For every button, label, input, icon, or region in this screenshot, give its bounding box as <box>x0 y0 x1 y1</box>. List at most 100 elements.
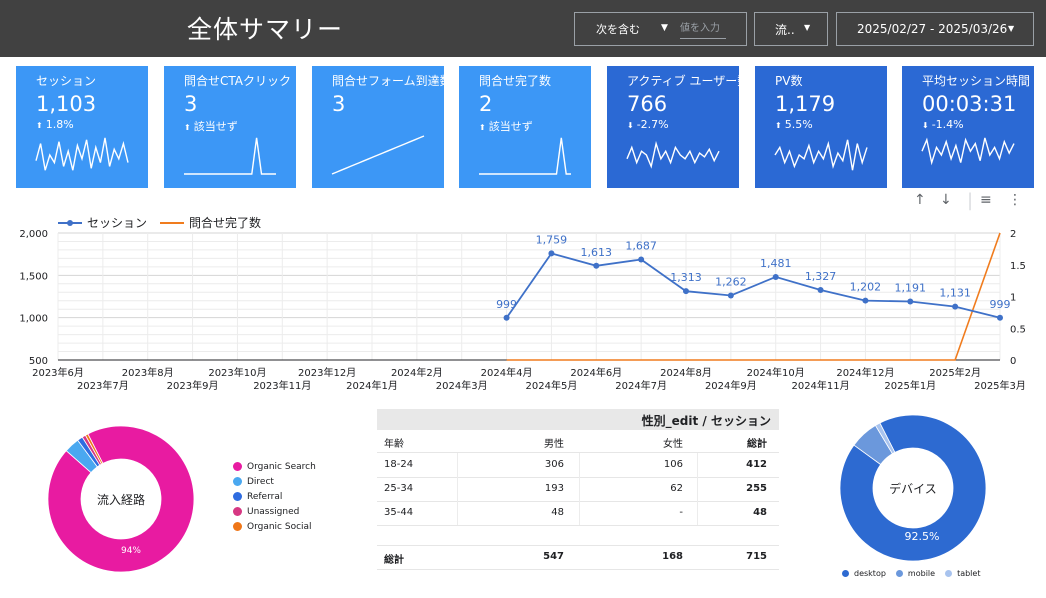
donut-center-label: デバイス <box>889 481 937 496</box>
sparkline <box>774 139 868 171</box>
table-title: 性別_edit / セッション <box>641 414 771 428</box>
legend-item[interactable]: desktop <box>842 566 886 581</box>
scorecard[interactable]: PV数 1,179 ⬆ 5.5% <box>755 66 887 188</box>
legend-label: tablet <box>957 569 981 578</box>
data-point <box>503 314 510 321</box>
table-cell: 255 <box>746 483 767 494</box>
sort-descending-icon[interactable]: ↓ <box>940 192 952 208</box>
table-cell: 48 <box>551 507 564 518</box>
traffic-source-legend: Organic Search Direct Referral Unassigned Or… <box>233 459 316 534</box>
caret-down-icon[interactable]: ▼ <box>661 23 668 33</box>
legend-dot <box>233 492 242 501</box>
legend-item[interactable]: Organic Search <box>233 459 316 474</box>
y-left-tick-label: 500 <box>29 356 48 367</box>
row-divider <box>377 545 779 546</box>
x-tick-label: 2024年4月 <box>481 366 533 379</box>
device-donut: デバイス 92.5% <box>839 414 987 562</box>
caret-down-icon: ▼ <box>1008 24 1015 33</box>
page-title: 全体サマリー <box>187 15 344 44</box>
sparkline-path <box>921 137 1015 166</box>
sparkline <box>626 140 720 169</box>
x-tick-label: 2025年1月 <box>884 379 936 392</box>
sparkline-path <box>774 139 868 171</box>
column-header: 男性 <box>544 439 564 450</box>
column-header: 女性 <box>663 439 683 450</box>
date-range-picker[interactable]: 2025/02/27 - 2025/03/26 ▼ <box>836 12 1034 46</box>
data-label: 1,687 <box>625 240 657 253</box>
divider: | <box>967 190 974 211</box>
legend-label: Referral <box>247 491 283 502</box>
scorecard[interactable]: 問合せ完了数 2 ⬆ 該当せず <box>459 66 591 188</box>
row-divider <box>377 501 779 502</box>
table-cell: 18-24 <box>384 459 414 470</box>
data-label: 999 <box>496 298 517 311</box>
data-label: 1,327 <box>805 270 837 283</box>
data-point <box>727 292 734 299</box>
more-vert-icon[interactable]: ⋮ <box>1008 192 1022 208</box>
legend-label: desktop <box>854 569 886 578</box>
table-cell: 48 <box>753 507 767 518</box>
data-label: 1,759 <box>536 233 568 246</box>
legend-item[interactable]: Referral <box>233 489 316 504</box>
filter-operator-select[interactable]: 次を含む <box>596 21 640 37</box>
scorecard[interactable]: アクティブ ユーザー数 766 ⬇ -2.7% <box>607 66 739 188</box>
legend-item[interactable]: mobile <box>895 566 935 581</box>
legend-item[interactable]: Direct <box>233 474 316 489</box>
y-left-tick-label: 1,500 <box>19 271 48 282</box>
x-tick-label: 2024年10月 <box>747 366 805 379</box>
scorecard[interactable]: 問合せフォーム到達数 3 <box>312 66 444 188</box>
table-cell: 412 <box>746 459 767 470</box>
column-divider <box>457 453 458 525</box>
chart-legend: セッション 問合せ完了数 <box>58 215 261 230</box>
filter-icon[interactable]: ≡ <box>980 192 992 208</box>
x-tick-label: 2023年6月 <box>32 366 84 379</box>
column-divider <box>697 453 698 525</box>
table-cell: 306 <box>544 459 564 470</box>
table-total-cell: 547 <box>543 551 564 562</box>
data-point <box>638 256 645 263</box>
donut-center-label: 流入経路 <box>97 492 145 507</box>
legend-item[interactable]: tablet <box>945 566 980 581</box>
table-header-bar: 性別_edit / セッション <box>377 409 779 430</box>
row-divider <box>377 452 779 453</box>
y-right-tick-label: 1 <box>1010 293 1016 304</box>
caret-down-icon: ▼ <box>804 23 811 32</box>
legend-label-sessions: セッション <box>87 216 147 230</box>
column-divider <box>579 453 580 525</box>
data-point <box>907 298 914 305</box>
table-cell: - <box>679 507 683 518</box>
column-header: 総計 <box>747 439 767 450</box>
legend-item[interactable]: Unassigned <box>233 504 316 519</box>
scorecard[interactable]: 問合せCTAクリック 3 ⬆ 該当せず <box>164 66 296 188</box>
column-header: 年齢 <box>384 439 404 450</box>
filter-value-input[interactable] <box>680 19 726 39</box>
x-tick-label: 2023年10月 <box>208 366 266 379</box>
source-dropdown[interactable]: 流.. ▼ <box>754 12 828 46</box>
table-cell: 106 <box>663 459 683 470</box>
row-divider <box>377 569 779 570</box>
legend-item[interactable]: Organic Social <box>233 519 316 534</box>
data-label: 1,202 <box>850 281 882 294</box>
x-tick-label: 2024年7月 <box>615 379 667 392</box>
x-tick-label: 2024年11月 <box>791 379 849 392</box>
data-point <box>997 314 1003 321</box>
x-tick-label: 2025年3月 <box>974 379 1026 392</box>
legend-dot <box>233 462 242 471</box>
y-right-tick-label: 1.5 <box>1010 261 1026 272</box>
legend-dot <box>233 477 242 486</box>
data-label: 1,313 <box>670 271 702 284</box>
table-total-cell: 168 <box>662 551 683 562</box>
sort-ascending-icon[interactable]: ↑ <box>914 192 926 208</box>
date-range-label: 2025/02/27 - 2025/03/26 <box>857 22 1008 36</box>
legend-label: Organic Social <box>247 521 312 532</box>
x-tick-label: 2024年2月 <box>391 366 443 379</box>
table-cell: 62 <box>670 483 683 494</box>
scorecard[interactable]: セッション 1,103 ⬆ 1.8% <box>16 66 148 188</box>
x-tick-label: 2024年12月 <box>836 366 894 379</box>
chart-controls: ↑ ↓ | ≡ ⋮ <box>910 190 1022 212</box>
table-cell: 193 <box>544 483 564 494</box>
table-total-cell: 総計 <box>384 555 404 566</box>
session-line-chart: セッション 問合せ完了数 500 1,000 1,500 2,000 0 0.5 1 1.5 2 20… <box>19 215 1026 392</box>
x-tick-label: 2023年7月 <box>77 379 129 392</box>
scorecard[interactable]: 平均セッション時間 00:03:31 ⬇ -1.4% <box>902 66 1034 188</box>
